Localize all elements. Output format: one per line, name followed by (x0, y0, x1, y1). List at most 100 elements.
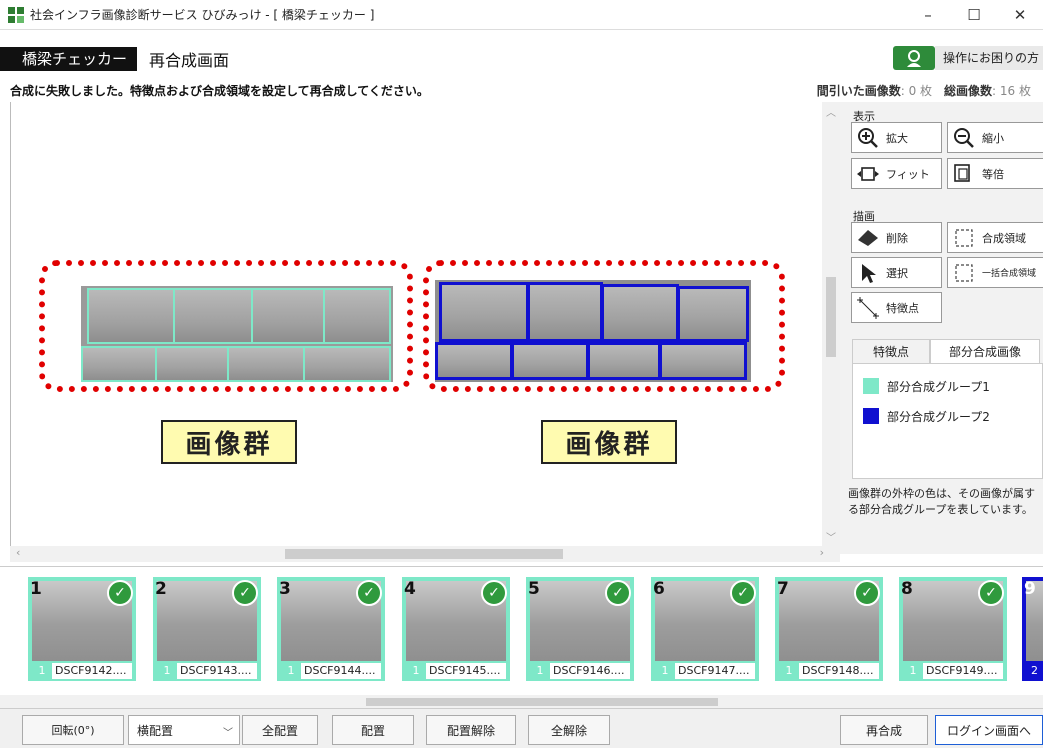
mosaic-tile[interactable] (659, 342, 747, 380)
window-title: 社会インフラ画像診断サービス ひびみっけ - [ 橋梁チェッカー ] (30, 8, 375, 22)
thumbnail-filename: DSCF9144.... (301, 663, 381, 679)
cursor-icon (856, 261, 880, 285)
place-all-button[interactable]: 全配置 (242, 715, 318, 745)
remove-all-button[interactable]: 全解除 (528, 715, 610, 745)
status-bar: 合成に失敗しました。特徴点および合成領域を設定して再合成してください。 間引いた… (0, 80, 1043, 100)
scroll-thumb[interactable] (366, 698, 718, 706)
mosaic-tile[interactable] (87, 288, 175, 344)
thumbnail-number: 7 (777, 579, 789, 599)
thumbnail-group: 1 (281, 663, 301, 679)
mosaic-tile[interactable] (439, 282, 529, 342)
thinned-count-value: : 0 枚 (900, 83, 933, 98)
scroll-left-icon[interactable]: ‹ (16, 546, 20, 559)
image-group-left[interactable] (81, 286, 393, 382)
scroll-down-icon[interactable]: ﹀ (822, 529, 840, 544)
feature-point-button[interactable]: 特徴点 (851, 292, 942, 323)
zoom-in-button[interactable]: 拡大 (851, 122, 942, 153)
scroll-right-icon[interactable]: › (820, 546, 824, 559)
batch-region-button[interactable]: 一括合成領域 (947, 257, 1043, 288)
layout-select-value: 横配置 (137, 723, 174, 738)
mosaic-tile[interactable] (601, 284, 679, 342)
window-controls: – ☐ ✕ (905, 0, 1043, 30)
minimize-button[interactable]: – (905, 0, 951, 30)
thumbnail-card[interactable]: 6 ✓ 1 DSCF9147.... (651, 577, 759, 681)
tab-partial-images[interactable]: 部分合成画像 (930, 339, 1040, 363)
thumbnail-card[interactable]: 8 ✓ 1 DSCF9149.... (899, 577, 1007, 681)
title-bar: 社会インフラ画像診断サービス ひびみっけ - [ 橋梁チェッカー ] – ☐ ✕ (0, 0, 1043, 30)
legend-item-group1[interactable]: 部分合成グループ1 (863, 378, 990, 394)
panel-tabs: 特徴点 部分合成画像 (848, 339, 1043, 363)
thumbnail-card[interactable]: 5 ✓ 1 DSCF9146.... (526, 577, 634, 681)
status-message: 合成に失敗しました。特徴点および合成領域を設定して再合成してください。 (10, 83, 429, 98)
thumbnail-number: 8 (901, 579, 913, 599)
rotate-button[interactable]: 回転(0°) (22, 715, 124, 745)
check-icon: ✓ (356, 580, 382, 606)
select-button[interactable]: 選択 (851, 257, 942, 288)
mosaic-tile[interactable] (435, 342, 513, 380)
composition-canvas[interactable]: 画像群 画像群 (10, 102, 820, 546)
mosaic-tile[interactable] (323, 288, 391, 344)
thumbnail-filename: DSCF9143.... (177, 663, 257, 679)
scroll-thumb[interactable] (285, 549, 563, 559)
thumbnail-card[interactable]: 1 ✓ 1 DSCF9142.... (28, 577, 136, 681)
zoom-out-label: 縮小 (982, 131, 1004, 145)
scroll-thumb[interactable] (826, 277, 836, 357)
thumbnail-card[interactable]: 2 ✓ 1 DSCF9143.... (153, 577, 261, 681)
layout-select[interactable]: 横配置 ﹀ (128, 715, 240, 745)
mosaic-tile[interactable] (81, 346, 157, 382)
thumbnail-card[interactable]: 4 ✓ 1 DSCF9145.... (402, 577, 510, 681)
scroll-up-icon[interactable]: ︿ (822, 104, 840, 119)
screen-title: 再合成画面 (149, 51, 230, 70)
actual-size-icon (952, 162, 976, 186)
thumbnail-scrollbar[interactable] (0, 695, 1043, 709)
actual-size-button[interactable]: 等倍 (947, 158, 1043, 189)
mosaic-tile[interactable] (527, 282, 603, 342)
thumbnail-card[interactable]: 7 ✓ 1 DSCF9148.... (775, 577, 883, 681)
close-button[interactable]: ✕ (997, 0, 1043, 30)
mosaic-tile[interactable] (251, 288, 325, 344)
thumbnail-strip[interactable]: 1 ✓ 1 DSCF9142.... 2 ✓ 1 DSCF9143.... 3 ✓ … (0, 566, 1043, 709)
fit-button[interactable]: フィット (851, 158, 942, 189)
check-icon: ✓ (605, 580, 631, 606)
group2-swatch (863, 408, 879, 424)
delete-button[interactable]: 削除 (851, 222, 942, 253)
tool-panel: 表示 拡大 縮小 フィット 等倍 描画 削除 合成領域 選択 一括合成領域 特徴… (840, 102, 1043, 554)
mosaic-tile[interactable] (173, 288, 253, 344)
thumbnail-caption: 1 DSCF9149.... (903, 663, 1003, 679)
region-button[interactable]: 合成領域 (947, 222, 1043, 253)
legend-item-group2[interactable]: 部分合成グループ2 (863, 408, 990, 424)
recompose-button[interactable]: 再合成 (840, 715, 928, 745)
mosaic-tile[interactable] (303, 346, 391, 382)
mosaic-tile[interactable] (511, 342, 589, 380)
zoom-out-button[interactable]: 縮小 (947, 122, 1043, 153)
thumbnail-caption: 1 DSCF9145.... (406, 663, 506, 679)
canvas-vertical-scrollbar[interactable]: ︿ ﹀ (822, 102, 840, 546)
app-icon (8, 6, 24, 23)
mosaic-tile[interactable] (587, 342, 661, 380)
help-link[interactable]: 操作にお困りの方 (934, 46, 1043, 70)
maximize-button[interactable]: ☐ (951, 0, 997, 30)
delete-label: 削除 (886, 231, 908, 245)
thumbnail-group: 1 (779, 663, 799, 679)
unplace-button[interactable]: 配置解除 (426, 715, 516, 745)
tab-feature-points[interactable]: 特徴点 (852, 339, 930, 363)
batch-region-label: 一括合成領域 (982, 269, 1037, 279)
thumbnail-group: 1 (32, 663, 52, 679)
thumbnail-card[interactable]: 3 ✓ 1 DSCF9144.... (277, 577, 385, 681)
mosaic-tile[interactable] (677, 286, 749, 342)
fit-icon (856, 162, 880, 186)
thumbnail-number: 6 (653, 579, 665, 599)
login-screen-button[interactable]: ログイン画面へ (935, 715, 1043, 745)
panel-note: 画像群の外枠の色は、その画像が属する部分合成グループを表しています。 (848, 487, 1035, 516)
thumbnail-caption: 1 DSCF9146.... (530, 663, 630, 679)
mosaic-tile[interactable] (227, 346, 305, 382)
image-group-right[interactable] (435, 280, 751, 382)
brand-label: 橋梁チェッカー (0, 47, 138, 71)
canvas-horizontal-scrollbar[interactable]: ‹ › (10, 546, 840, 562)
mosaic-tile[interactable] (155, 346, 229, 382)
place-button[interactable]: 配置 (332, 715, 414, 745)
help-area[interactable]: 操作にお困りの方 (892, 46, 1043, 70)
bottom-toolbar: 回転(0°) 横配置 ﹀ 全配置 配置 配置解除 全解除 再合成 ログイン画面へ (0, 708, 1043, 748)
help-icon[interactable] (892, 46, 935, 70)
thumbnail-card[interactable]: 9 2 (1022, 577, 1043, 681)
